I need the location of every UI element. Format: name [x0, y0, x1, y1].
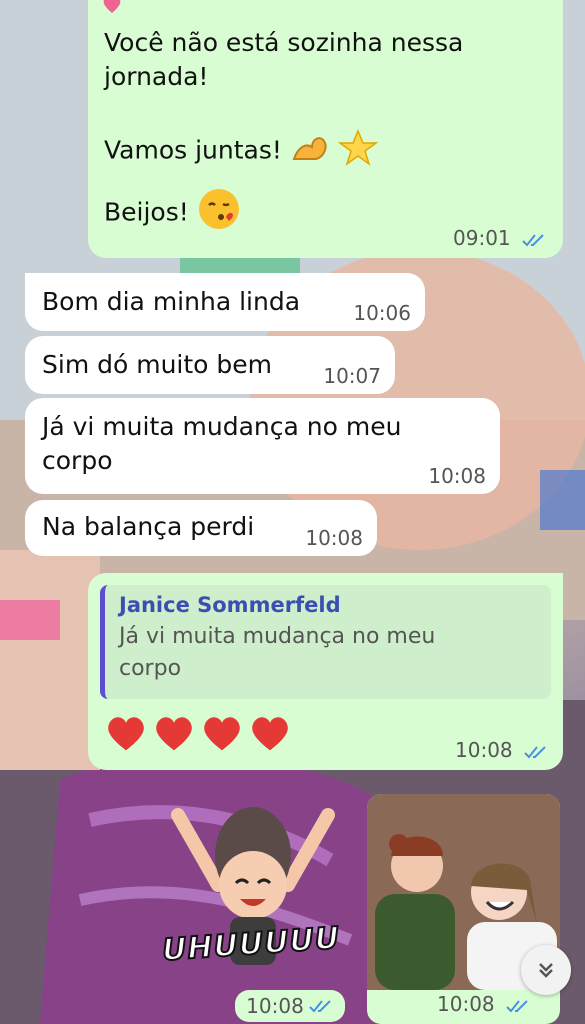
message-timestamp: 10:08: [455, 738, 549, 762]
quoted-author: Janice Sommerfeld: [119, 593, 341, 617]
heart-emoji-icon: [100, 0, 124, 20]
message-text: Sim dó muito bem: [42, 350, 273, 379]
sticker-timestamp: 10:08: [235, 990, 345, 1022]
message-timestamp: 10:08: [305, 526, 363, 550]
glowing-star-emoji-icon: [337, 128, 379, 175]
message-timestamp: 09:01: [453, 226, 547, 250]
double-check-icon: [309, 1000, 331, 1013]
red-heart-emoji-icon: [156, 717, 192, 751]
message-text-line: Vamos juntas!: [104, 128, 463, 175]
face-blowing-kiss-emoji-icon: [197, 187, 241, 240]
quoted-text-line: corpo: [119, 656, 182, 681]
gif-timestamp: 10:08: [437, 992, 531, 1016]
message-timestamp: 10:06: [353, 301, 411, 325]
hearts-row: [104, 711, 292, 753]
scroll-to-bottom-button[interactable]: [521, 945, 571, 995]
double-check-icon: [524, 745, 546, 758]
message-text: Na balança perdi: [42, 512, 255, 541]
message-text: Bom dia minha linda: [42, 287, 301, 316]
message-text-line: Você não está sozinha nessa: [104, 28, 464, 57]
red-heart-emoji-icon: [108, 717, 144, 751]
double-check-icon: [522, 233, 544, 246]
message-outgoing-encouragement[interactable]: Você não está sozinha nessa jornada! Vam…: [88, 0, 563, 258]
red-heart-emoji-icon: [204, 717, 240, 751]
message-incoming[interactable]: Na balança perdi 10:08: [25, 500, 377, 556]
message-outgoing-reply[interactable]: Janice Sommerfeld Já vi muita mudança no…: [88, 573, 563, 770]
message-text-line: jornada!: [104, 62, 209, 91]
message-text-line: Beijos!: [104, 187, 463, 240]
quoted-message[interactable]: Janice Sommerfeld Já vi muita mudança no…: [100, 585, 551, 699]
message-timestamp: 10:08: [428, 464, 486, 488]
flexed-biceps-emoji-icon: [290, 129, 330, 174]
message-timestamp: 10:07: [323, 364, 381, 388]
message-incoming[interactable]: Bom dia minha linda 10:06: [25, 273, 425, 331]
double-check-icon: [506, 999, 528, 1012]
sticker-message[interactable]: UHUUUUU: [158, 795, 348, 985]
message-text-line: corpo: [42, 446, 113, 475]
message-incoming[interactable]: Já vi muita mudança no meu corpo 10:08: [25, 398, 500, 494]
message-incoming[interactable]: Sim dó muito bem 10:07: [25, 336, 395, 394]
red-heart-emoji-icon: [252, 717, 288, 751]
chevron-down-double-icon: [539, 963, 553, 978]
quoted-text-line: Já vi muita mudança no meu: [119, 624, 436, 649]
message-text-line: Já vi muita mudança no meu: [42, 412, 402, 441]
